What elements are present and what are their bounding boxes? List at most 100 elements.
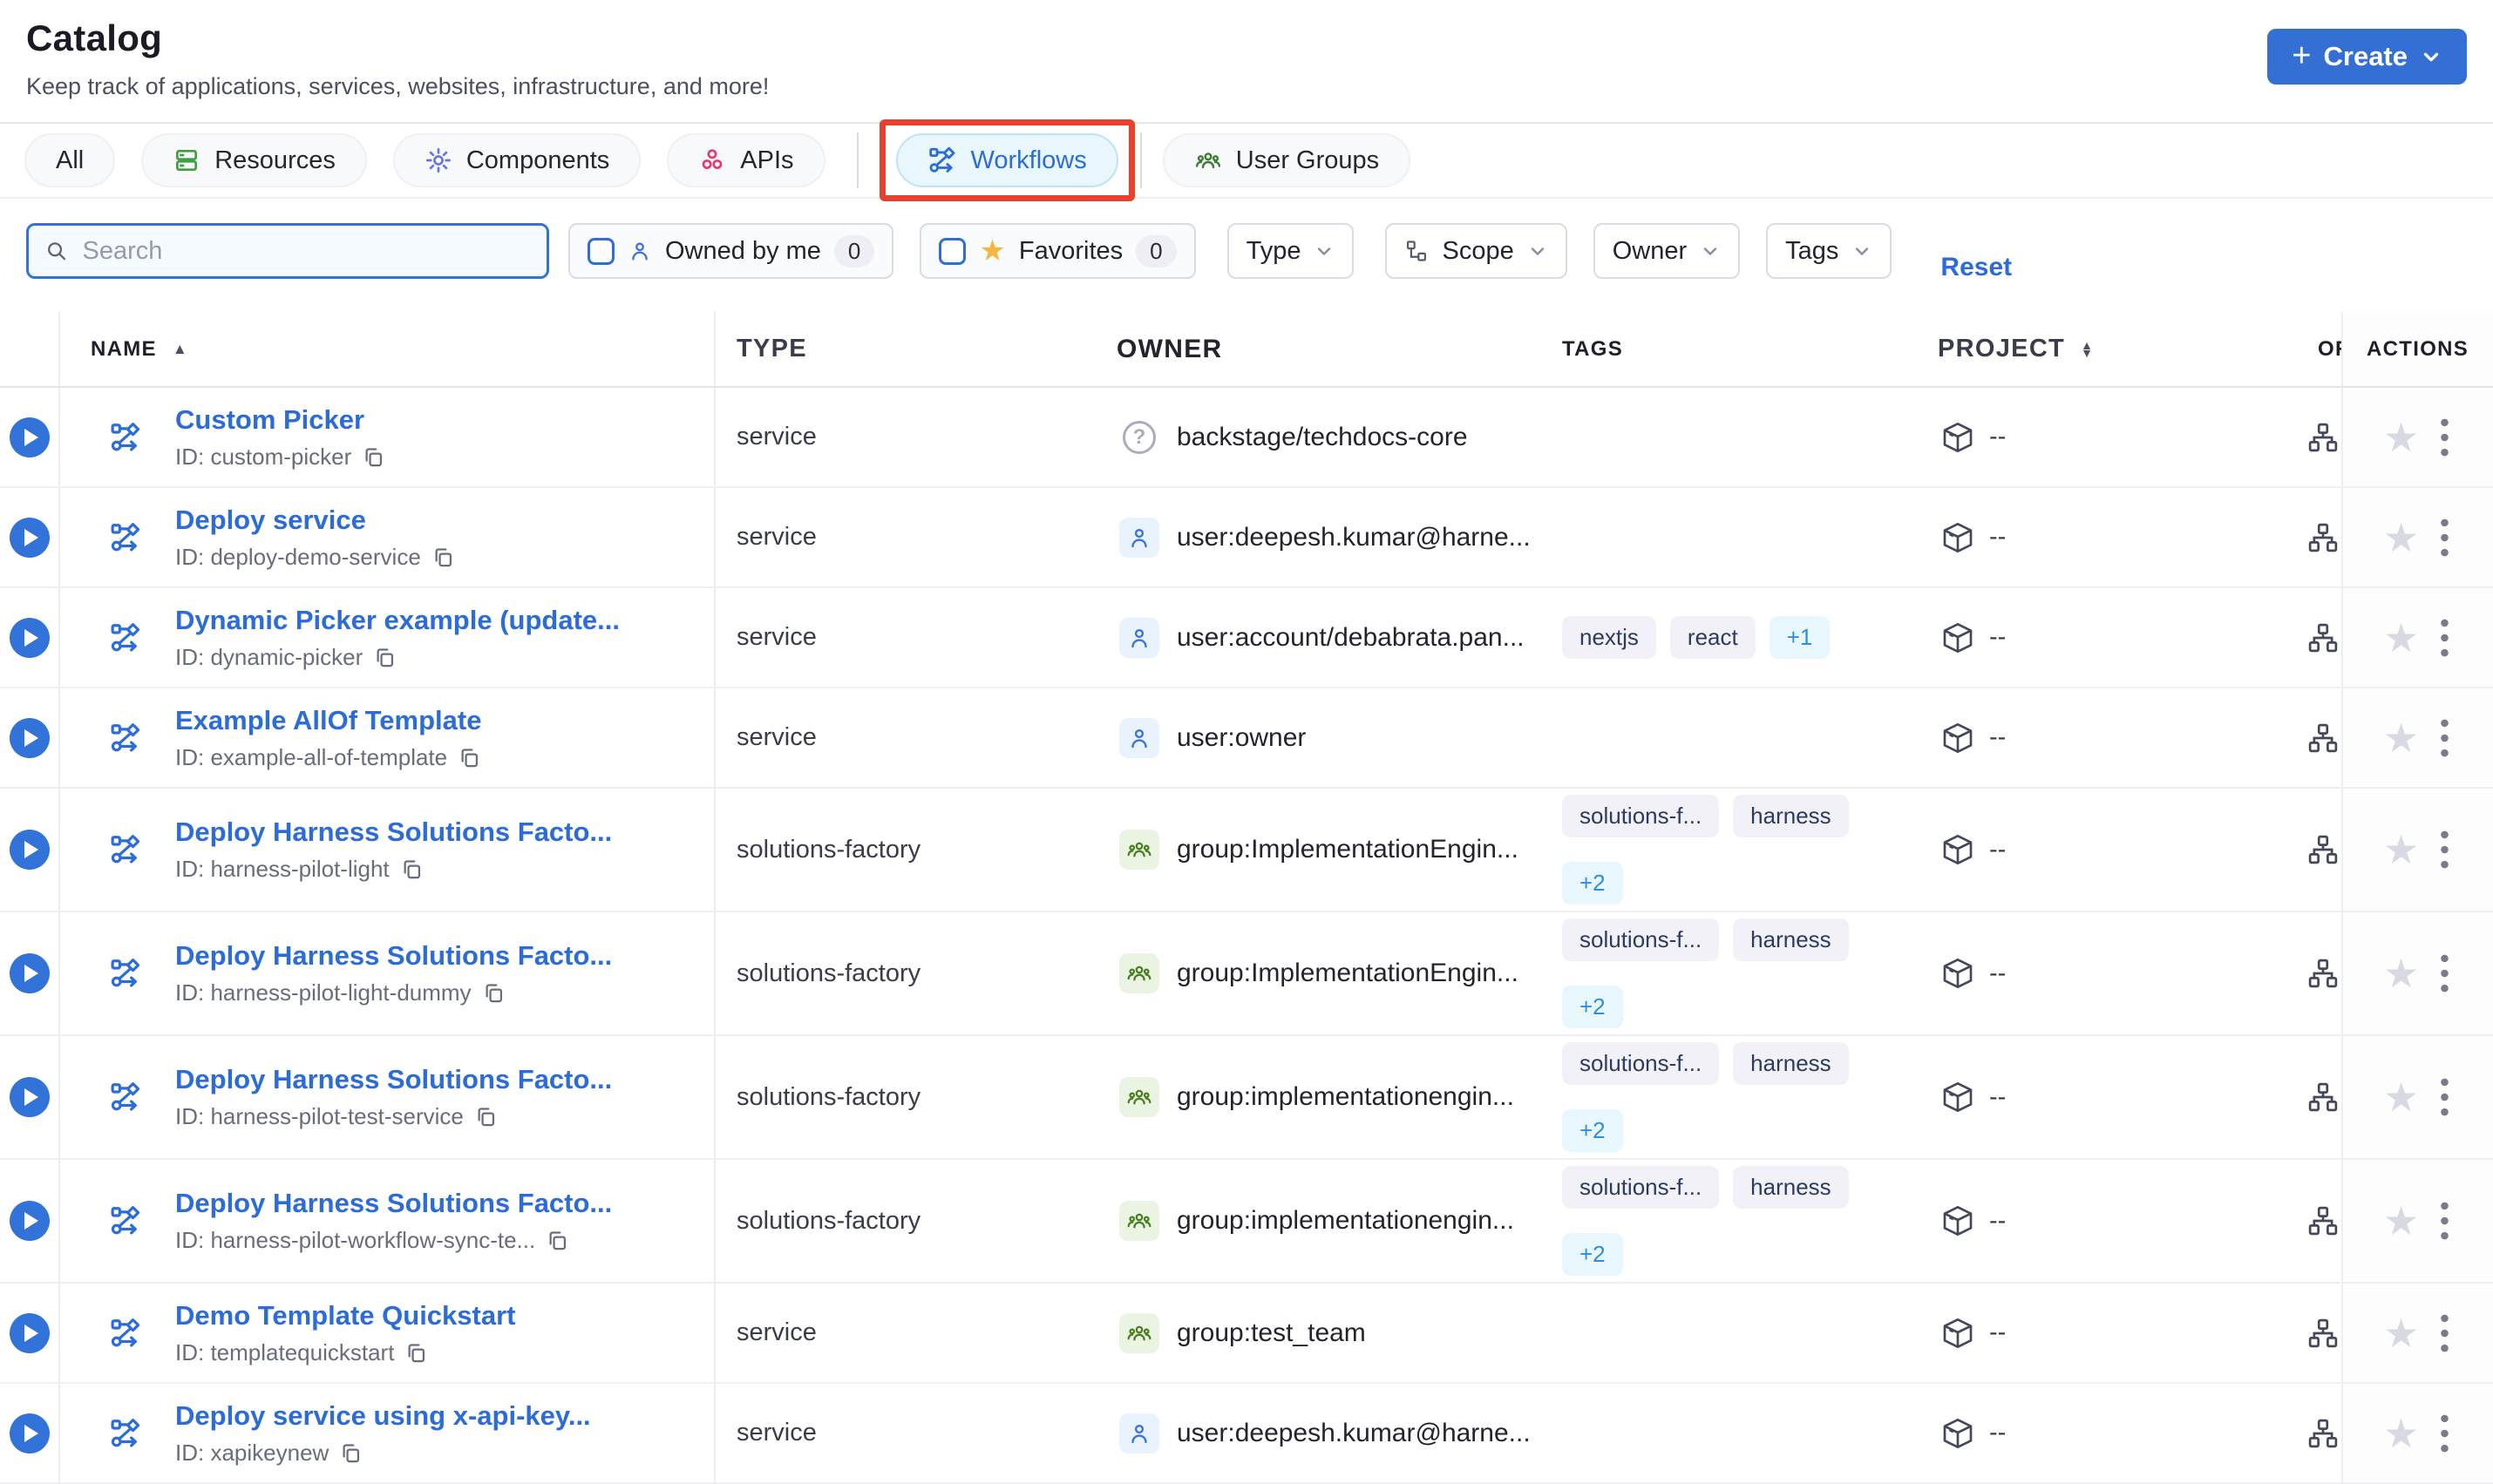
- row-menu-kebab-icon[interactable]: [2438, 717, 2451, 759]
- favorite-star-icon[interactable]: ★: [2383, 1077, 2419, 1117]
- run-workflow-button[interactable]: [9, 717, 50, 758]
- type-dropdown[interactable]: Type: [1226, 223, 1355, 279]
- more-tags-chip[interactable]: +2: [1562, 986, 1623, 1028]
- tab-apis[interactable]: APIs: [667, 133, 825, 187]
- copy-icon[interactable]: [431, 545, 455, 569]
- tag-chip[interactable]: solutions-f...: [1562, 1042, 1720, 1085]
- more-tags-chip[interactable]: +2: [1562, 862, 1623, 905]
- sitemap-icon[interactable]: [2306, 621, 2340, 654]
- run-workflow-button[interactable]: [9, 1077, 50, 1117]
- create-button[interactable]: + Create: [2267, 29, 2467, 85]
- run-workflow-button[interactable]: [9, 1312, 50, 1353]
- favorite-star-icon[interactable]: ★: [2383, 518, 2419, 558]
- tag-chip[interactable]: harness: [1733, 918, 1849, 961]
- favorites-checkbox[interactable]: [939, 237, 967, 265]
- tab-workflows[interactable]: Workflows: [895, 133, 1118, 187]
- tags-dropdown[interactable]: Tags: [1766, 223, 1892, 279]
- row-menu-kebab-icon[interactable]: [2438, 417, 2451, 458]
- copy-icon[interactable]: [474, 1105, 498, 1128]
- sitemap-icon[interactable]: [2306, 1317, 2340, 1350]
- run-workflow-button[interactable]: [9, 953, 50, 993]
- run-cell: [0, 1284, 60, 1382]
- copy-icon[interactable]: [400, 857, 424, 881]
- workflow-name-link[interactable]: Deploy Harness Solutions Facto...: [175, 940, 612, 972]
- sitemap-icon[interactable]: [2306, 957, 2340, 990]
- row-menu-kebab-icon[interactable]: [2438, 1076, 2451, 1118]
- sitemap-icon[interactable]: [2306, 722, 2340, 755]
- sitemap-icon[interactable]: [2306, 1204, 2340, 1237]
- favorite-star-icon[interactable]: ★: [2383, 953, 2419, 993]
- copy-icon[interactable]: [404, 1341, 428, 1365]
- tab-user-groups[interactable]: User Groups: [1162, 133, 1411, 187]
- workflow-name-link[interactable]: Demo Template Quickstart: [175, 1300, 515, 1332]
- workflow-name-link[interactable]: Deploy service using x-api-key...: [175, 1400, 591, 1432]
- workflow-name-link[interactable]: Deploy Harness Solutions Facto...: [175, 817, 612, 848]
- run-workflow-button[interactable]: [9, 830, 50, 870]
- copy-icon[interactable]: [482, 981, 506, 1005]
- owner-dropdown[interactable]: Owner: [1593, 223, 1741, 279]
- tab-components[interactable]: Components: [392, 133, 642, 187]
- more-tags-chip[interactable]: +1: [1769, 616, 1831, 659]
- favorite-star-icon[interactable]: ★: [2383, 830, 2419, 870]
- tab-resources[interactable]: Resources: [141, 133, 367, 187]
- tag-chip[interactable]: solutions-f...: [1562, 795, 1720, 837]
- owner-cell: group:implementationengin...: [1107, 1160, 1552, 1282]
- row-menu-kebab-icon[interactable]: [2438, 517, 2451, 559]
- header-name[interactable]: NAME ▲: [60, 312, 716, 386]
- workflow-name-link[interactable]: Dynamic Picker example (update...: [175, 605, 620, 636]
- favorite-star-icon[interactable]: ★: [2383, 718, 2419, 758]
- reset-filters-link[interactable]: Reset: [1940, 240, 2012, 295]
- row-menu-kebab-icon[interactable]: [2438, 1312, 2451, 1354]
- tab-all[interactable]: All: [24, 133, 116, 187]
- more-tags-chip[interactable]: +2: [1562, 1109, 1623, 1152]
- tag-chip[interactable]: solutions-f...: [1562, 918, 1720, 961]
- type-cell: service: [716, 1284, 1107, 1382]
- copy-icon[interactable]: [373, 646, 397, 669]
- sitemap-icon[interactable]: [2306, 521, 2340, 554]
- favorite-star-icon[interactable]: ★: [2383, 1313, 2419, 1353]
- sitemap-icon[interactable]: [2306, 833, 2340, 866]
- tag-chip[interactable]: nextjs: [1562, 616, 1656, 659]
- workflow-name-link[interactable]: Deploy Harness Solutions Facto...: [175, 1188, 612, 1219]
- sitemap-icon[interactable]: [2306, 1417, 2340, 1450]
- owned-by-me-filter[interactable]: Owned by me 0: [568, 223, 894, 279]
- actions-cell: ★: [2341, 1160, 2493, 1282]
- sitemap-icon[interactable]: [2306, 1081, 2340, 1114]
- row-menu-kebab-icon[interactable]: [2438, 952, 2451, 994]
- header-project[interactable]: PROJECT ▲ ▼: [1918, 312, 2301, 386]
- favorite-star-icon[interactable]: ★: [2383, 618, 2419, 658]
- tag-chip[interactable]: harness: [1733, 795, 1849, 837]
- sitemap-icon[interactable]: [2306, 421, 2340, 454]
- name-cell: Deploy service using x-api-key... ID: xa…: [60, 1384, 716, 1482]
- more-tags-chip[interactable]: +2: [1562, 1233, 1623, 1276]
- row-menu-kebab-icon[interactable]: [2438, 829, 2451, 871]
- favorites-filter[interactable]: ★ Favorites 0: [920, 223, 1196, 279]
- copy-icon[interactable]: [546, 1229, 569, 1252]
- workflow-name-link[interactable]: Example AllOf Template: [175, 705, 481, 736]
- owned-by-me-checkbox[interactable]: [588, 237, 615, 265]
- copy-icon[interactable]: [362, 445, 385, 469]
- run-workflow-button[interactable]: [9, 1413, 50, 1454]
- run-workflow-button[interactable]: [9, 617, 50, 658]
- row-menu-kebab-icon[interactable]: [2438, 617, 2451, 659]
- copy-icon[interactable]: [458, 746, 481, 769]
- tag-chip[interactable]: solutions-f...: [1562, 1166, 1720, 1209]
- tag-chip[interactable]: harness: [1733, 1166, 1849, 1209]
- workflow-name-link[interactable]: Deploy Harness Solutions Facto...: [175, 1064, 612, 1095]
- run-workflow-button[interactable]: [9, 1201, 50, 1241]
- favorite-star-icon[interactable]: ★: [2383, 1201, 2419, 1241]
- run-workflow-button[interactable]: [9, 517, 50, 558]
- favorite-star-icon[interactable]: ★: [2383, 417, 2419, 457]
- star-icon: ★: [979, 234, 1006, 268]
- workflow-name-link[interactable]: Custom Picker: [175, 404, 385, 436]
- row-menu-kebab-icon[interactable]: [2438, 1200, 2451, 1242]
- tag-chip[interactable]: react: [1669, 616, 1756, 659]
- favorite-star-icon[interactable]: ★: [2383, 1413, 2419, 1454]
- workflow-name-link[interactable]: Deploy service: [175, 505, 455, 536]
- scope-dropdown[interactable]: Scope: [1385, 223, 1567, 279]
- tag-chip[interactable]: harness: [1733, 1042, 1849, 1085]
- run-workflow-button[interactable]: [9, 417, 50, 457]
- row-menu-kebab-icon[interactable]: [2438, 1413, 2451, 1454]
- copy-icon[interactable]: [339, 1441, 363, 1465]
- search-input[interactable]: [80, 235, 531, 267]
